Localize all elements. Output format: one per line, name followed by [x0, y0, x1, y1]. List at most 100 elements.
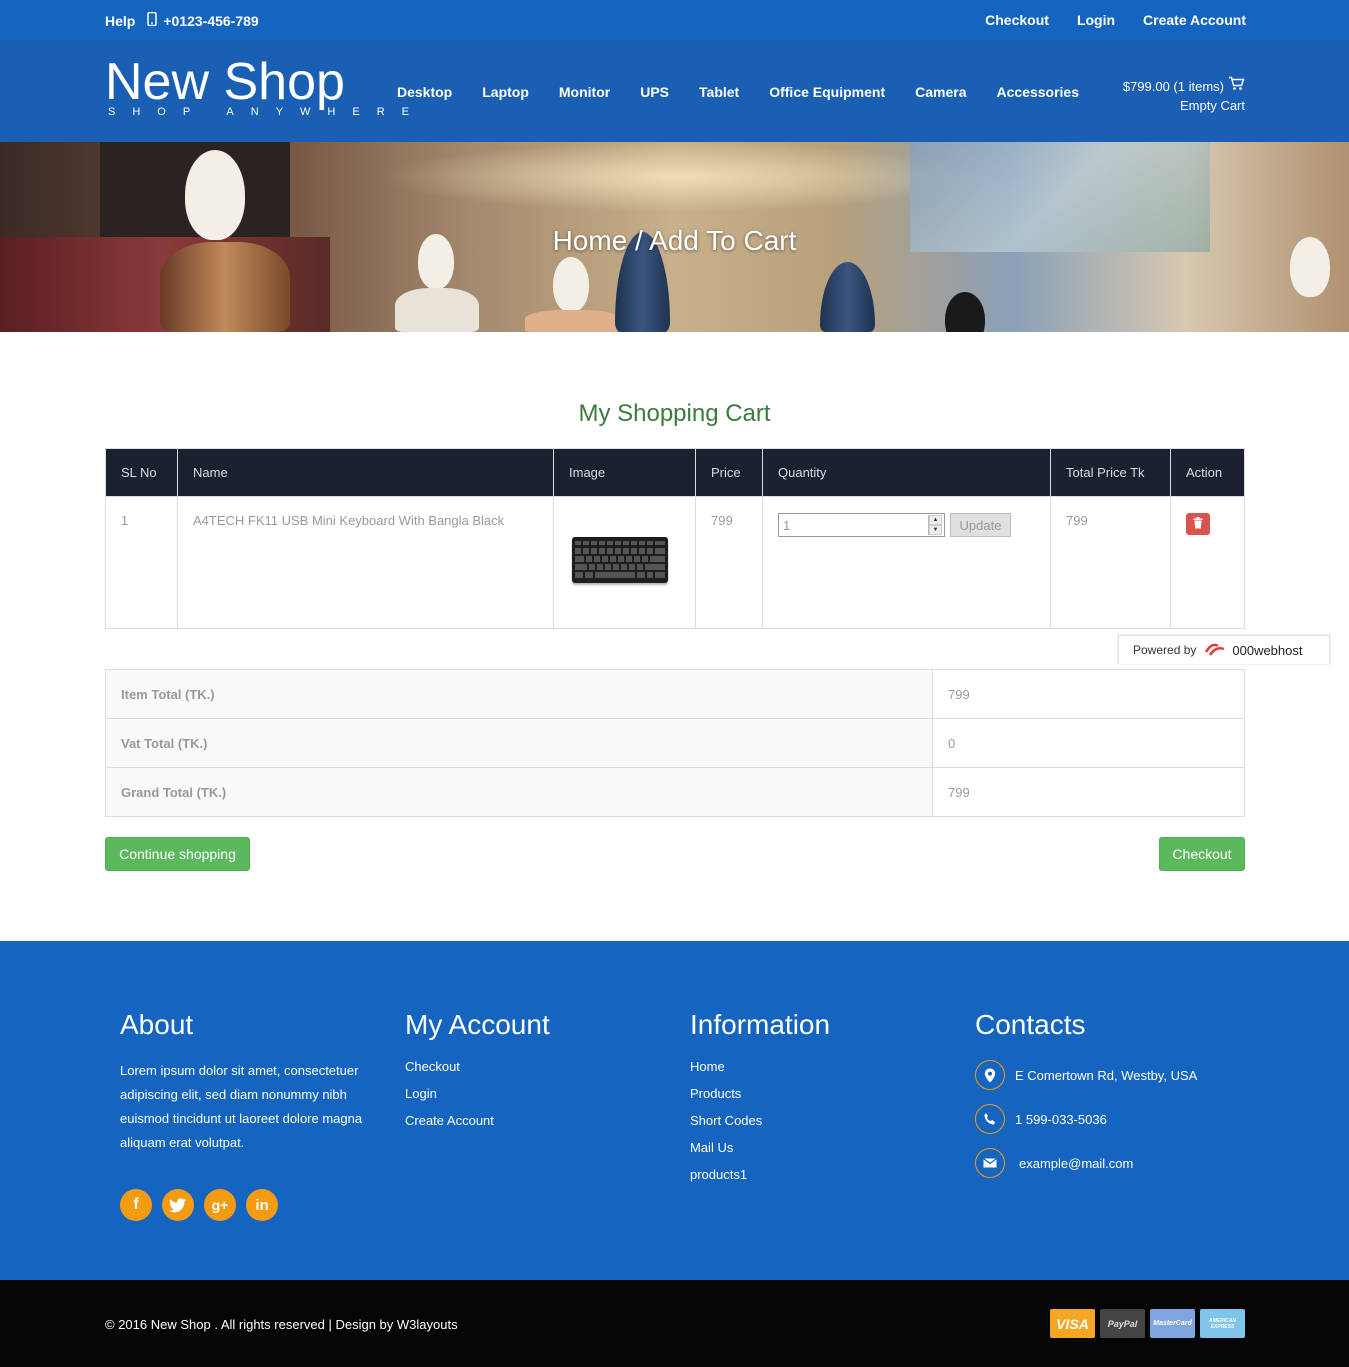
contact-address: E Comertown Rd, Westby, USA — [975, 1053, 1197, 1097]
phone-number: +0123-456-789 — [163, 12, 259, 29]
increment-icon[interactable]: ▲ — [929, 515, 942, 525]
nav-ups[interactable]: UPS — [640, 84, 669, 100]
copyright-text: © 2016 New Shop . All rights reserved | … — [105, 1317, 458, 1332]
footer-contacts-title: Contacts — [975, 1009, 1086, 1040]
banner-mannequin-head — [945, 292, 985, 332]
quantity-value: 1 — [783, 517, 791, 533]
breadcrumb: Home / Add To Cart — [552, 225, 797, 256]
checkout-button[interactable]: Checkout — [1159, 837, 1245, 871]
twitter-icon[interactable] — [162, 1189, 194, 1221]
decrement-icon[interactable]: ▼ — [929, 525, 942, 535]
nav-laptop[interactable]: Laptop — [482, 84, 529, 100]
banner-mannequin-body — [525, 310, 620, 332]
keyboard-image — [572, 537, 668, 583]
item-total-value: 799 — [932, 669, 1245, 719]
action-cell — [1170, 496, 1245, 629]
column-header: Price — [695, 448, 763, 497]
table-row: Vat Total (TK.) 0 — [105, 718, 1245, 768]
delete-button[interactable] — [1186, 513, 1210, 535]
table-row: 1 A4TECH FK11 USB Mini Keyboard With Ban… — [105, 496, 1245, 629]
update-button[interactable]: Update — [950, 513, 1011, 537]
page-banner: Home / Add To Cart — [0, 142, 1349, 332]
banner-mannequin-body — [395, 288, 479, 332]
help-link[interactable]: Help — [105, 13, 135, 29]
product-name[interactable]: A4TECH FK11 USB Mini Keyboard With Bangl… — [177, 496, 554, 629]
column-header: SL No — [105, 448, 178, 497]
banner-vase — [820, 262, 875, 332]
contact-email-text[interactable]: example@mail.com — [1019, 1156, 1133, 1171]
contact-email: example@mail.com — [975, 1141, 1197, 1185]
logo-tagline: SHOP ANYWHERE — [108, 106, 426, 118]
logo[interactable]: New Shop SHOP ANYWHERE — [105, 54, 426, 118]
item-total-label: Item Total (TK.) — [105, 669, 933, 719]
column-header: Name — [177, 448, 554, 497]
cart-table-header: SL No Name Image Price Quantity Total Pr… — [105, 448, 1245, 497]
footer-link-login[interactable]: Login — [405, 1086, 550, 1113]
google-plus-icon[interactable]: g+ — [204, 1189, 236, 1221]
vat-total-label: Vat Total (TK.) — [105, 718, 933, 768]
contact-address-text: E Comertown Rd, Westby, USA — [1015, 1067, 1198, 1083]
bottom-bar: © 2016 New Shop . All rights reserved | … — [0, 1280, 1349, 1367]
column-header: Quantity — [762, 448, 1051, 497]
logo-name: New Shop — [105, 53, 345, 111]
footer-information: Information Home Products Short Codes Ma… — [690, 1009, 830, 1194]
webhost-brand: 000webhost — [1232, 642, 1303, 658]
continue-shopping-button[interactable]: Continue shopping — [105, 837, 250, 871]
trash-icon — [1193, 516, 1203, 532]
shopping-cart-icon[interactable] — [1228, 76, 1245, 96]
column-header: Action — [1170, 448, 1245, 497]
quantity-cell: 1 ▲ ▼ Update — [762, 496, 1051, 629]
phone-icon — [975, 1104, 1005, 1134]
footer-account-title: My Account — [405, 1009, 550, 1040]
cart-summary-text[interactable]: $799.00 (1 items) — [1123, 77, 1224, 96]
table-row: Grand Total (TK.) 799 — [105, 767, 1245, 817]
facebook-icon[interactable]: f — [120, 1189, 152, 1221]
footer-link-products1[interactable]: products1 — [690, 1167, 830, 1194]
nav-monitor[interactable]: Monitor — [559, 84, 610, 100]
top-create-account-link[interactable]: Create Account — [1143, 12, 1246, 28]
product-image-cell — [553, 496, 696, 629]
nav-desktop[interactable]: Desktop — [397, 84, 452, 100]
nav-accessories[interactable]: Accessories — [997, 84, 1080, 100]
visa-card-icon: VISA — [1050, 1309, 1095, 1338]
footer-link-create-account[interactable]: Create Account — [405, 1113, 550, 1140]
footer-link-products[interactable]: Products — [690, 1086, 830, 1113]
phone-contact: +0123-456-789 — [147, 11, 259, 29]
empty-cart-link[interactable]: Empty Cart — [1123, 96, 1245, 115]
top-checkout-link[interactable]: Checkout — [985, 12, 1049, 28]
amex-card-icon: AMERICAN EXPRESS — [1200, 1309, 1245, 1338]
footer-link-checkout[interactable]: Checkout — [405, 1059, 550, 1086]
top-login-link[interactable]: Login — [1077, 12, 1115, 28]
linkedin-icon[interactable]: in — [246, 1189, 278, 1221]
envelope-icon — [975, 1148, 1005, 1178]
powered-by-label: Powered by — [1133, 643, 1197, 657]
webhost-logo-icon — [1204, 640, 1228, 661]
quantity-stepper[interactable]: 1 ▲ ▼ — [778, 513, 945, 537]
social-links: f g+ in — [120, 1189, 370, 1221]
footer-info-title: Information — [690, 1009, 831, 1040]
cart-table: SL No Name Image Price Quantity Total Pr… — [105, 448, 1245, 629]
footer-link-mail-us[interactable]: Mail Us — [690, 1140, 830, 1167]
nav-tablet[interactable]: Tablet — [699, 84, 739, 100]
mobile-phone-icon — [147, 11, 158, 29]
column-header: Total Price Tk — [1050, 448, 1171, 497]
footer-about-title: About — [120, 1009, 194, 1040]
cart-summary: $799.00 (1 items) Empty Cart — [1123, 76, 1245, 115]
powered-by-badge[interactable]: Powered by 000webhost — [1118, 635, 1330, 664]
contact-phone: 1 599-033-5036 — [975, 1097, 1197, 1141]
grand-total-label: Grand Total (TK.) — [105, 767, 933, 817]
paypal-card-icon: PayPal — [1100, 1309, 1145, 1338]
nav-camera[interactable]: Camera — [915, 84, 966, 100]
footer-about-text: Lorem ipsum dolor sit amet, consectetuer… — [120, 1063, 363, 1150]
footer-contacts: Contacts E Comertown Rd, Westby, USA 1 5… — [975, 1009, 1197, 1185]
page-title: My Shopping Cart — [578, 400, 771, 427]
main-nav: Desktop Laptop Monitor UPS Tablet Office… — [397, 84, 1079, 100]
footer-link-home[interactable]: Home — [690, 1059, 830, 1086]
banner-mannequin-head — [553, 257, 589, 312]
top-bar: Help +0123-456-789 Checkout Login Create… — [0, 0, 1349, 40]
totals-table: Item Total (TK.) 799 Vat Total (TK.) 0 G… — [105, 669, 1245, 817]
footer: About Lorem ipsum dolor sit amet, consec… — [0, 941, 1349, 1280]
footer-link-short-codes[interactable]: Short Codes — [690, 1113, 830, 1140]
nav-office-equipment[interactable]: Office Equipment — [769, 84, 885, 100]
quantity-spinner[interactable]: ▲ ▼ — [928, 515, 942, 535]
